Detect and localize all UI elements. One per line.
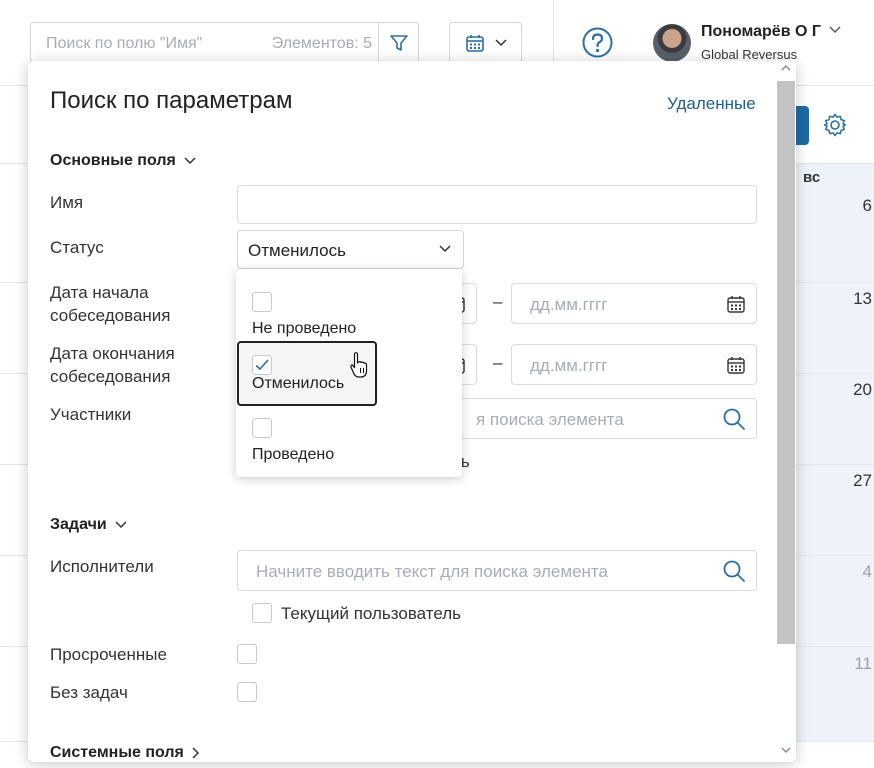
calendar-icon[interactable]	[726, 355, 746, 375]
no-tasks-checkbox[interactable]	[237, 682, 257, 702]
section-tasks[interactable]: Задачи	[50, 516, 127, 534]
gear-icon[interactable]	[822, 112, 848, 138]
chevron-down-icon	[439, 245, 451, 253]
search-placeholder: Начните вводить текст для поиска элемент…	[256, 562, 608, 581]
option-label: Отменилось	[252, 375, 345, 392]
status-option-held[interactable]: Проведено	[237, 400, 377, 463]
section-title: Основные поля	[50, 152, 176, 169]
end-date-label: Дата окончания собеседования	[50, 344, 175, 386]
deleted-link[interactable]: Удаленные	[667, 94, 756, 114]
date-placeholder: дд.мм.гггг	[530, 356, 608, 375]
status-select[interactable]: Отменилось	[237, 230, 464, 269]
chevron-down-icon	[184, 157, 196, 165]
chevron-down-icon	[115, 521, 127, 529]
panel-title: Поиск по параметрам	[50, 87, 293, 114]
filter-icon	[389, 34, 408, 51]
name-input[interactable]	[237, 185, 757, 224]
chevron-down-icon	[494, 38, 507, 46]
calendar-day[interactable]: 27	[853, 471, 872, 491]
chevron-down-icon[interactable]	[829, 26, 841, 34]
overdue-checkbox[interactable]	[237, 644, 257, 664]
scroll-up-icon[interactable]	[781, 64, 791, 71]
calendar-day[interactable]: 4	[863, 562, 872, 582]
executors-label: Исполнители	[50, 557, 154, 576]
section-title: Задачи	[50, 516, 107, 533]
section-system-fields[interactable]: Системные поля	[50, 744, 200, 762]
option-checkbox[interactable]	[252, 292, 272, 312]
overdue-label: Просроченные	[50, 645, 167, 664]
search-placeholder: я поиска элемента	[476, 410, 624, 429]
start-date-to[interactable]: дд.мм.гггг	[511, 283, 757, 324]
chevron-right-icon	[192, 747, 199, 759]
items-count: Элементов: 5	[271, 35, 372, 52]
range-dash: –	[493, 292, 503, 311]
calendar-day[interactable]: 6	[863, 196, 872, 216]
range-dash: –	[493, 353, 503, 372]
name-label: Имя	[50, 193, 84, 212]
section-main-fields[interactable]: Основные поля	[50, 152, 196, 170]
calendar-day[interactable]: 20	[853, 380, 872, 400]
start-date-label: Дата начала собеседования	[50, 283, 171, 325]
calendar-day[interactable]: 11	[854, 654, 872, 674]
section-title: Системные поля	[50, 744, 184, 761]
search-icon[interactable]	[722, 407, 746, 431]
weekday-header: вс	[803, 169, 821, 186]
date-placeholder: дд.мм.гггг	[530, 295, 608, 314]
scrollbar-thumb[interactable]	[777, 81, 795, 644]
status-value: Отменилось	[248, 241, 346, 260]
participants-label: Участники	[50, 405, 132, 424]
help-icon[interactable]	[582, 27, 613, 58]
user-organization: Global Reversus	[701, 47, 798, 62]
scroll-down-icon[interactable]	[781, 747, 791, 754]
executors-search[interactable]: Начните вводить текст для поиска элемент…	[237, 550, 757, 591]
end-date-to[interactable]: дд.мм.гггг	[511, 344, 757, 385]
calendar-view-button[interactable]	[449, 22, 522, 63]
calendar-day[interactable]: 13	[853, 289, 872, 309]
option-label: Проведено	[252, 446, 335, 463]
current-user-label: Текущий пользователь	[281, 604, 462, 623]
user-name[interactable]: Пономарёв О Г	[701, 23, 821, 41]
status-option-not-held[interactable]: Не проведено	[237, 274, 377, 337]
avatar[interactable]	[653, 24, 691, 62]
search-icon[interactable]	[722, 559, 746, 583]
search-placeholder: Поиск по полю "Имя"	[46, 35, 203, 52]
calendar-icon	[465, 34, 484, 52]
filter-button[interactable]	[378, 23, 418, 62]
status-label: Статус	[50, 238, 104, 257]
current-user-checkbox[interactable]	[252, 603, 272, 623]
no-tasks-label: Без задач	[50, 683, 128, 702]
option-label: Не проведено	[252, 320, 357, 337]
hand-cursor-icon	[350, 352, 368, 378]
calendar-icon[interactable]	[726, 294, 746, 314]
search-input[interactable]: Поиск по полю "Имя" Элементов: 5	[30, 22, 419, 63]
option-checkbox[interactable]	[252, 355, 272, 375]
option-checkbox[interactable]	[252, 418, 272, 438]
check-icon	[255, 359, 269, 371]
